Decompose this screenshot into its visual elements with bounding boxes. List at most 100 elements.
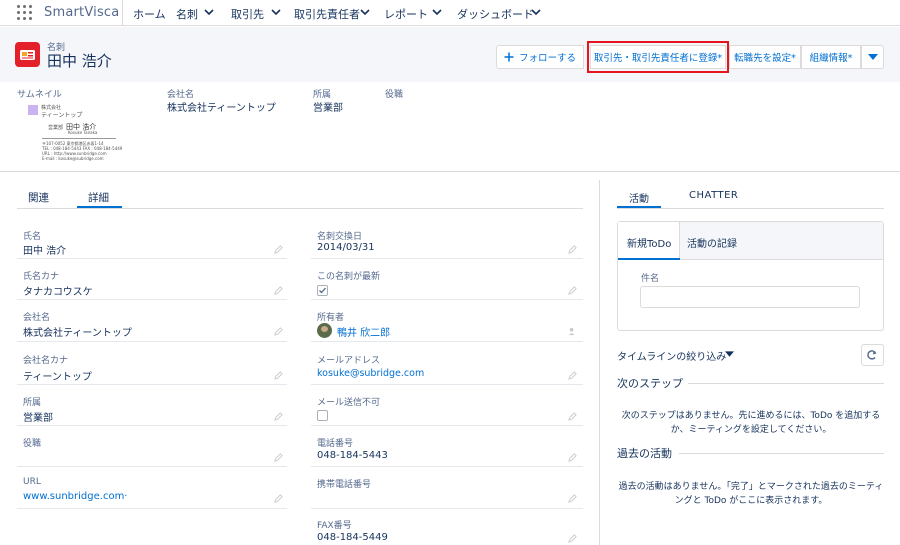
business-card-thumbnail[interactable]: 株式会社 ティーントップ 営業部 田中 浩介 Kosuke Tanaka 〒10… [28, 103, 122, 161]
field-label: 会社名カナ [23, 356, 69, 366]
tab-related[interactable]: 関連 [28, 190, 49, 205]
pencil-icon[interactable] [274, 412, 283, 421]
card-name-en: Kosuke Tanaka [68, 130, 98, 135]
follow-button-label: フォローする [518, 53, 576, 64]
next-steps-empty-line2: か、ミーティングを設定してください。 [670, 425, 832, 435]
nav-item-dashboards[interactable]: ダッシュボード [457, 6, 534, 22]
chevron-down-icon[interactable] [360, 7, 370, 17]
follow-button[interactable]: フォローする [496, 45, 584, 69]
tab-chatter[interactable]: CHATTER [689, 190, 738, 201]
email-opt-out-checkbox[interactable] [317, 410, 328, 421]
field-value-name: 田中 浩介 [23, 246, 67, 257]
timeline-filter[interactable]: タイムラインの絞り込み [617, 348, 726, 363]
pencil-icon[interactable] [568, 412, 577, 421]
record-title: 田中 浩介 [47, 52, 112, 70]
field-divider [311, 258, 583, 259]
pencil-icon[interactable] [274, 245, 283, 254]
avatar [317, 323, 332, 338]
next-steps-empty-line1: 次のステップはありません。先に進めるには、ToDo を追加する [621, 411, 881, 421]
field-label: 役職 [23, 439, 42, 449]
field-value-company: 株式会社ティーントップ [23, 328, 132, 339]
nav-item-contacts[interactable]: 取引先責任者 [294, 6, 360, 22]
pencil-icon[interactable] [274, 327, 283, 336]
refresh-button[interactable] [861, 344, 884, 366]
latest-card-checkbox[interactable] [317, 285, 328, 296]
card-email: E-mail : kosuke@subridge.com [42, 156, 104, 161]
app-launcher-icon[interactable] [17, 5, 33, 21]
pencil-icon[interactable] [274, 494, 283, 503]
email-link[interactable]: kosuke@subridge.com [317, 368, 424, 379]
org-info-button-label: 組織情報* [809, 53, 853, 64]
card-divider [42, 138, 116, 139]
next-steps-empty: 次のステップはありません。先に進めるには、ToDo を追加する か、ミーティング… [612, 409, 890, 437]
past-activity-title: 過去の活動 [617, 447, 672, 460]
pencil-icon[interactable] [568, 245, 577, 254]
field-value-company-kana: ティーントップ [23, 372, 92, 383]
refresh-icon [867, 350, 877, 360]
more-actions-button[interactable] [861, 45, 884, 69]
chevron-down-icon[interactable] [271, 7, 281, 17]
column-separator [599, 180, 600, 545]
subject-label: 件名 [641, 274, 660, 284]
field-divider [311, 299, 583, 300]
subtab-log-activity[interactable]: 活動の記録 [687, 235, 737, 250]
nav-item-reports[interactable]: レポート [384, 6, 428, 22]
section-rule [688, 383, 884, 384]
chevron-down-icon[interactable] [531, 7, 541, 17]
field-label: 電話番号 [317, 439, 354, 449]
nav-item-accounts[interactable]: 取引先 [231, 6, 264, 22]
field-label: 携帯電話番号 [317, 480, 372, 490]
pencil-icon[interactable] [568, 494, 577, 503]
card-role: 営業部 [48, 125, 64, 131]
field-value-url[interactable]: www.sunbridge.com· [23, 491, 127, 502]
pencil-icon[interactable] [274, 453, 283, 462]
org-info-button[interactable]: 組織情報* [801, 45, 861, 69]
field-label: メール送信不可 [317, 398, 381, 408]
field-label: 会社名 [23, 313, 51, 323]
set-transfer-button[interactable]: 転職先を設定* [729, 45, 801, 69]
caret-down-icon [867, 53, 878, 60]
field-label: この名刺が最新 [317, 272, 381, 282]
top-nav: SmartVisca ホーム 名刺 取引先 取引先責任者 レポート ダッシュボー… [0, 0, 900, 26]
pencil-icon[interactable] [568, 453, 577, 462]
pencil-icon[interactable] [568, 286, 577, 295]
job-title-label: 役職 [385, 90, 404, 100]
thumbnail-label: サムネイル [17, 90, 62, 100]
plus-icon [504, 52, 514, 62]
pencil-icon[interactable] [568, 371, 577, 380]
section-rule [679, 453, 884, 454]
active-tab-indicator [77, 206, 122, 208]
field-divider [311, 508, 583, 509]
pencil-icon[interactable] [568, 534, 577, 543]
card-company: ティーントップ [41, 112, 83, 119]
chevron-down-icon[interactable] [432, 7, 442, 17]
composer-tabs: 新規ToDo 活動の記録 [618, 222, 883, 260]
field-divider [17, 258, 287, 259]
caret-down-icon[interactable] [725, 351, 734, 358]
tab-details[interactable]: 詳細 [88, 190, 109, 205]
chevron-down-icon[interactable] [204, 7, 214, 17]
field-label: 氏名カナ [23, 272, 60, 282]
field-label: 所属 [23, 398, 42, 408]
subject-input[interactable] [640, 286, 860, 308]
nav-item-home[interactable]: ホーム [133, 6, 166, 22]
subtab-new-todo[interactable]: 新規ToDo [627, 235, 671, 250]
owner-link[interactable]: 鴨井 欣二郎 [337, 324, 390, 339]
nav-item-cards[interactable]: 名刺 [176, 6, 198, 22]
nav-separator [122, 0, 123, 26]
change-owner-icon[interactable] [568, 327, 577, 336]
department-value: 営業部 [313, 103, 343, 114]
field-divider [17, 384, 287, 385]
past-empty-line2: ングと ToDo がここに表示されます。 [674, 496, 828, 506]
field-label: メールアドレス [317, 356, 381, 366]
tab-activity[interactable]: 活動 [629, 190, 649, 205]
field-divider [17, 425, 287, 426]
section-divider [0, 171, 900, 172]
pencil-icon[interactable] [274, 371, 283, 380]
transfer-button-label: 転職先を設定* [734, 53, 796, 64]
field-divider [311, 466, 583, 467]
field-value-exchange-date: 2014/03/31 [317, 242, 375, 253]
pencil-icon[interactable] [274, 286, 283, 295]
field-divider [17, 341, 287, 342]
field-label: 氏名 [23, 232, 42, 242]
